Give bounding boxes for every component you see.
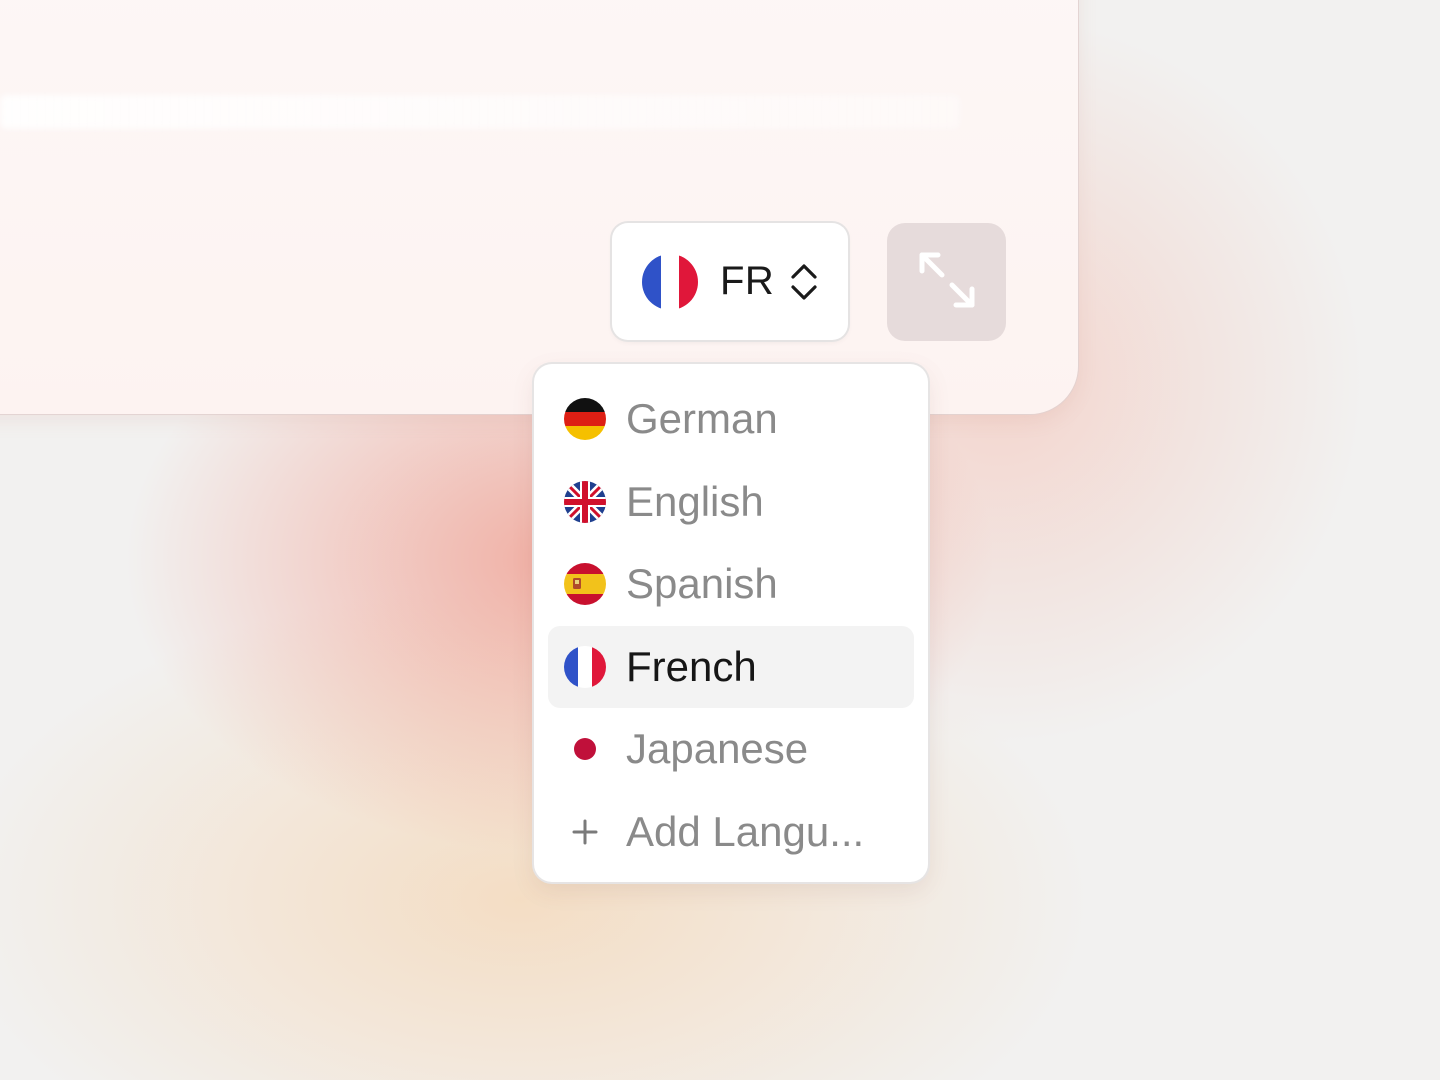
menu-item-label: German [626,395,778,443]
flag-spain-icon [564,563,606,606]
menu-item-label: Japanese [626,725,809,773]
flag-france-icon [564,645,606,688]
menu-item-english[interactable]: English [548,461,914,544]
menu-item-label: Add Langu... [626,807,865,855]
panel-placeholder-bar [0,95,960,129]
menu-item-french[interactable]: French [548,625,914,708]
menu-item-japanese[interactable]: Japanese [548,708,914,791]
flag-uk-icon [564,480,606,523]
content-panel [0,0,1078,414]
menu-item-spanish[interactable]: Spanish [548,543,914,626]
language-dropdown-menu: German English Spanish French Japanese A… [534,364,928,882]
menu-item-label: English [626,477,764,525]
menu-item-label: Spanish [626,560,778,608]
chevron-up-down-icon [788,262,820,302]
add-language-item[interactable]: Add Langu... [548,791,914,874]
plus-icon [564,811,606,853]
flag-france-icon [642,253,698,310]
menu-item-label: French [626,642,757,690]
language-selector-button[interactable]: FR [612,223,848,340]
flag-japan-icon [564,728,606,771]
current-language-code: FR [720,259,775,303]
expand-arrows-icon [916,249,978,316]
menu-item-german[interactable]: German [548,378,914,461]
expand-button[interactable] [887,223,1006,341]
flag-germany-icon [564,398,606,441]
